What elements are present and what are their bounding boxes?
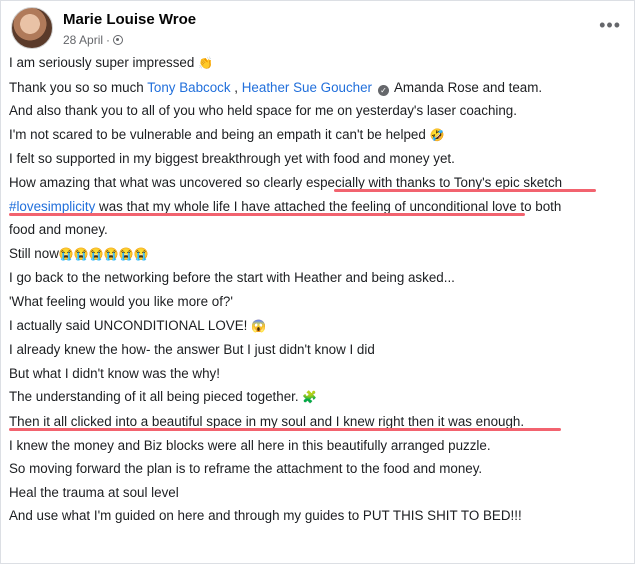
post-line: 'What feeling would you like more of?' xyxy=(9,293,233,309)
rolling-laughing-emoji-icon: 🤣 xyxy=(429,127,445,142)
post-line: #lovesimplicity was that my whole life I… xyxy=(9,198,562,216)
post-line: The understanding of it all being pieced… xyxy=(9,389,318,405)
post-line: I felt so supported in my biggest breakt… xyxy=(9,151,455,167)
facebook-post: Marie Louise Wroe 28 April · ••• I am se… xyxy=(0,0,635,564)
mention-tony-babcock[interactable]: Tony Babcock xyxy=(147,80,230,95)
post-line: I actually said UNCONDITIONAL LOVE! 😱 xyxy=(9,317,267,333)
globe-icon xyxy=(113,35,124,45)
author-name[interactable]: Marie Louise Wroe xyxy=(63,11,196,28)
post-line: I am seriously super impressed 👏 xyxy=(9,55,213,70)
post-line: How amazing that what was uncovered so c… xyxy=(9,171,624,195)
red-highlight-underline xyxy=(334,188,596,192)
post-line: So moving forward the plan is to reframe… xyxy=(9,461,483,477)
post-line: And also thank you to all of you who hel… xyxy=(9,103,517,119)
post-date[interactable]: 28 April xyxy=(63,33,103,47)
clapping-hands-emoji-icon: 👏 xyxy=(198,56,213,70)
red-highlight-underline xyxy=(9,427,561,431)
post-line: But what I didn't know was the why! xyxy=(9,365,220,381)
post-line: And use what I'm guided on here and thro… xyxy=(9,508,522,524)
crying-face-emoji-icon: 😭😭😭😭😭😭 xyxy=(58,246,149,261)
mention-heather-sue-goucher[interactable]: Heather Sue Goucher xyxy=(242,80,372,95)
post-header: Marie Louise Wroe 28 April · ••• xyxy=(9,5,629,49)
post-line: I already knew the how- the answer But I… xyxy=(9,342,375,358)
post-line: I go back to the networking before the s… xyxy=(9,270,455,286)
post-line: Then it all clicked into a beautiful spa… xyxy=(9,410,624,434)
meta-separator: · xyxy=(106,33,111,47)
hashtag-lovesimplicity[interactable]: #lovesimplicity xyxy=(9,199,95,214)
post-line: food and money. xyxy=(9,222,108,238)
post-line: I'm not scared to be vulnerable and bein… xyxy=(9,126,445,142)
more-options-icon[interactable]: ••• xyxy=(599,15,621,36)
post-line: I knew the money and Biz blocks were all… xyxy=(9,437,491,453)
verified-badge-icon: ✓ xyxy=(378,84,390,96)
author-avatar[interactable] xyxy=(11,7,53,49)
screaming-face-emoji-icon: 😱 xyxy=(251,318,267,333)
puzzle-piece-emoji-icon: 🧩 xyxy=(302,390,318,405)
post-line: Thank you so so much Tony Babcock , Heat… xyxy=(9,79,543,96)
post-meta: 28 April · xyxy=(63,33,124,47)
post-body: I am seriously super impressed 👏 Thank y… xyxy=(9,51,624,528)
post-line: Still now😭😭😭😭😭😭 xyxy=(9,245,149,261)
post-line: Heal the trauma at soul level xyxy=(9,484,179,500)
red-highlight-underline xyxy=(9,212,525,216)
